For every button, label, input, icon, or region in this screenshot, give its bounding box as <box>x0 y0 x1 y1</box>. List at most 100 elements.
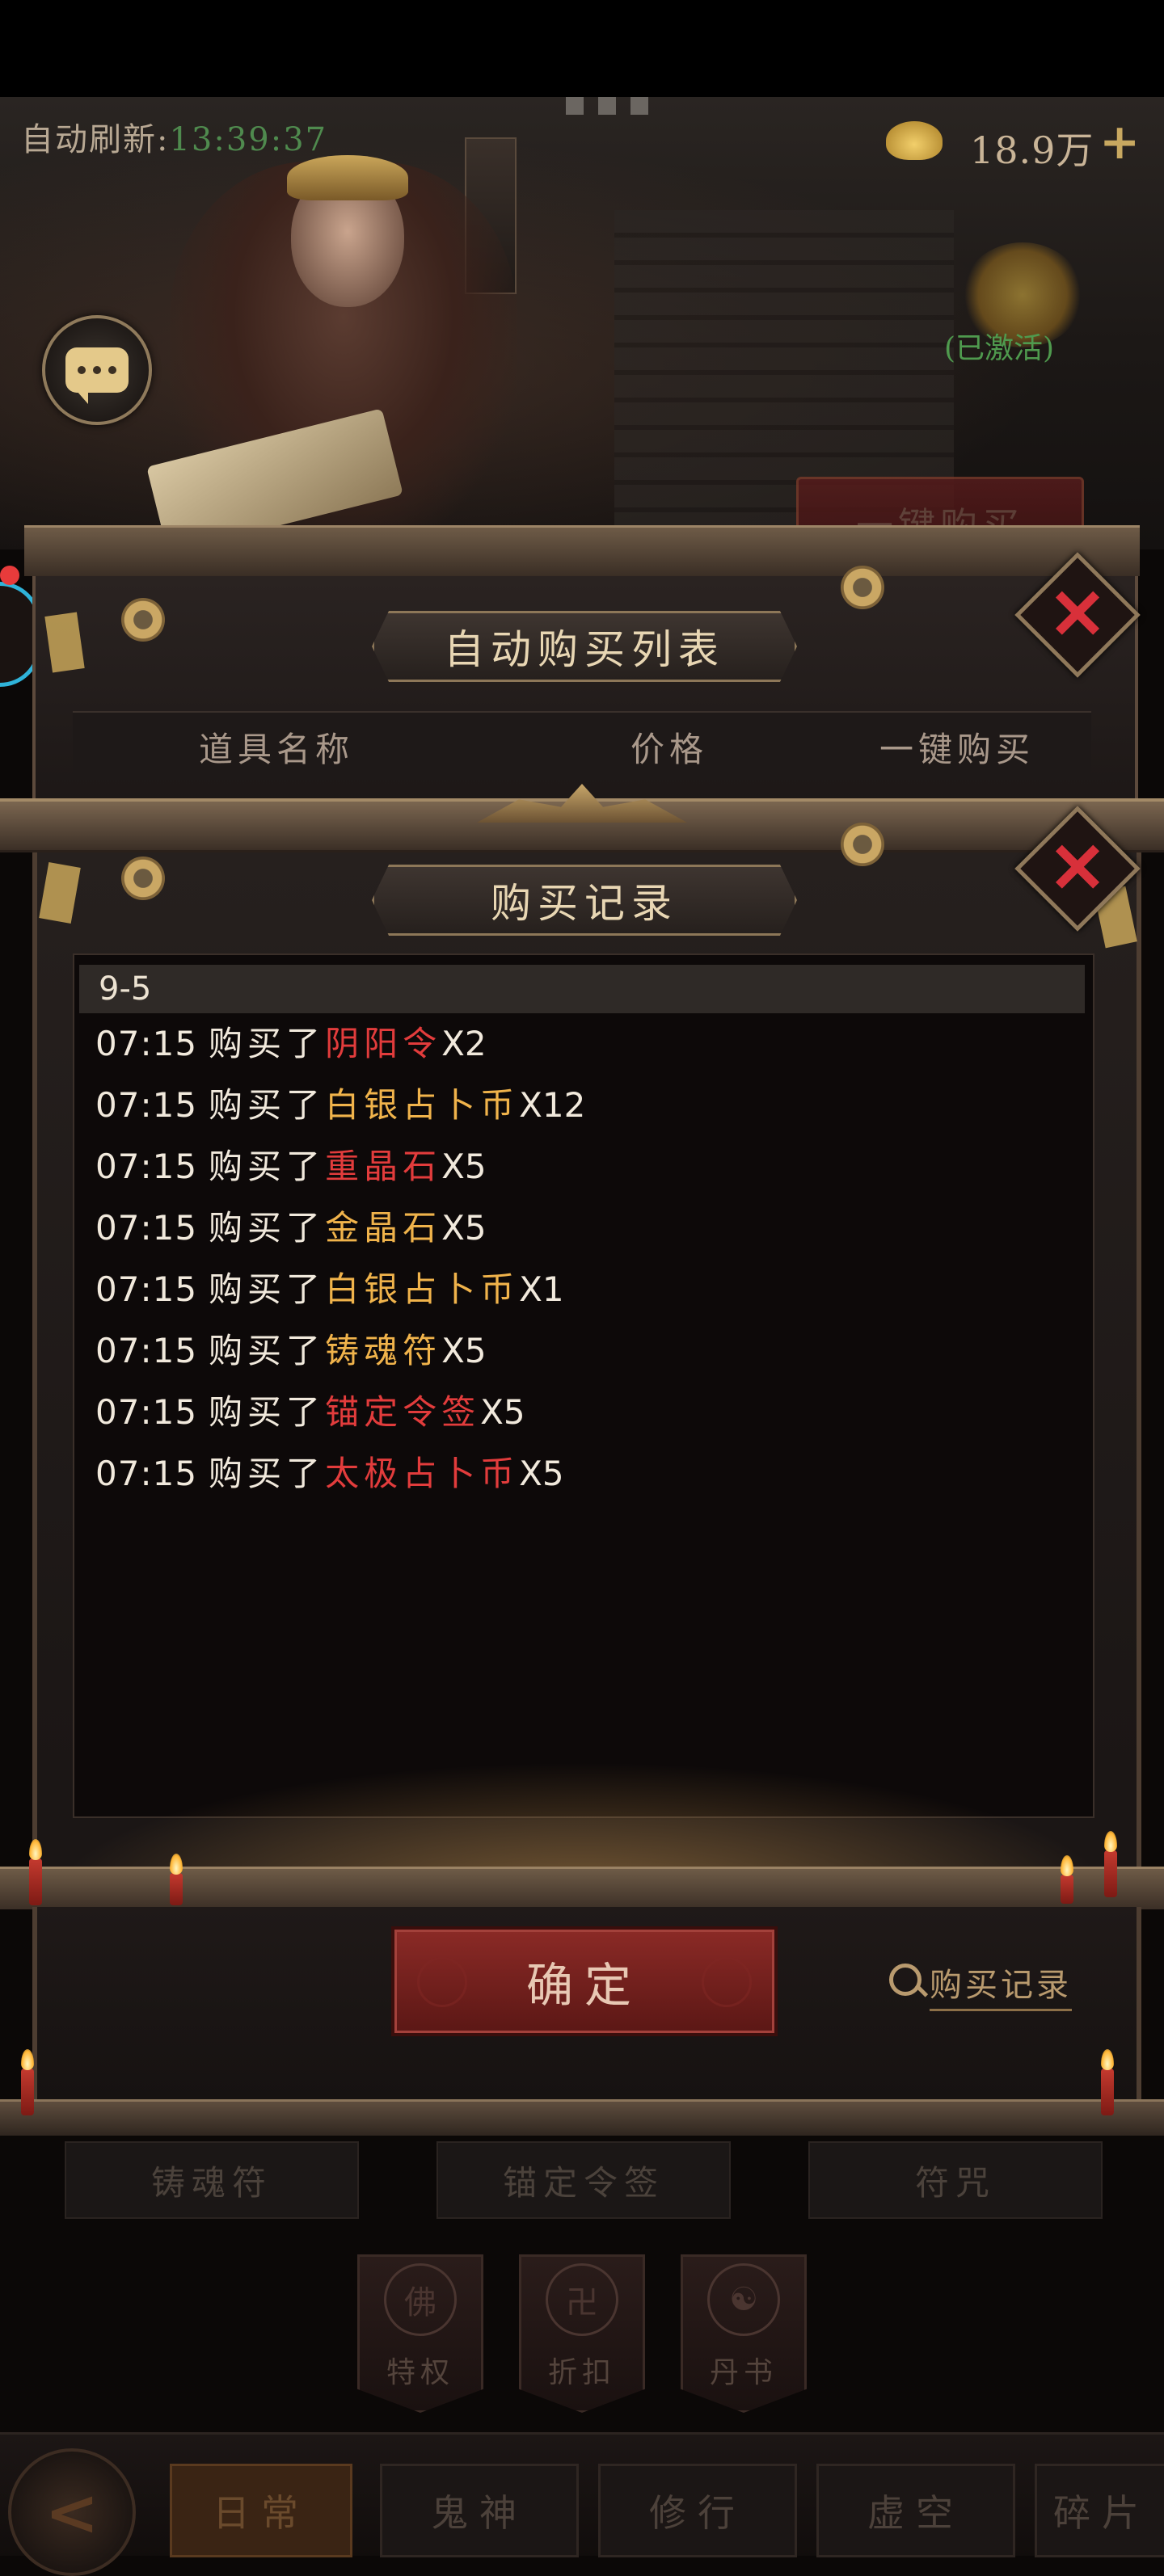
record-verb: 购买了 <box>209 1147 326 1186</box>
tab-item[interactable]: 符咒 <box>808 2141 1103 2219</box>
auto-buy-list-header: 道具名称 价格 一键购买 <box>73 711 1091 774</box>
coin-ornament <box>841 823 884 866</box>
record-item-name: 阴阳令 <box>325 1024 442 1063</box>
back-arrow-icon[interactable]: < <box>8 2448 136 2576</box>
privilege-banner-label: 特权 <box>386 2356 454 2389</box>
record-verb: 购买了 <box>209 1454 326 1493</box>
purchase-record-list[interactable]: 9-5 07:15 购买了阴阳令X2 07:15 购买了白银占卜币X12 07:15 购买… <box>73 953 1094 1818</box>
gold-ingot-icon <box>886 121 943 160</box>
auto-refresh-time: 13:39:37 <box>169 121 328 158</box>
purchase-record-title: 购买记录 <box>372 865 797 936</box>
record-row: 07:15 购买了铸魂符X5 <box>95 1327 487 1375</box>
chat-icon <box>65 347 129 404</box>
record-item-name: 铸魂符 <box>325 1331 442 1370</box>
column-item-name: 道具名称 <box>199 730 355 769</box>
confirm-button[interactable]: 确定 <box>391 1926 778 2036</box>
record-row: 07:15 购买了金晶石X5 <box>95 1204 487 1252</box>
candle <box>170 1873 183 1905</box>
yin-yang-icon <box>417 1957 467 2007</box>
record-item-name: 金晶石 <box>325 1208 442 1248</box>
column-buy-all: 一键购买 <box>879 730 1035 769</box>
record-verb: 购买了 <box>209 1208 326 1248</box>
discount-banner[interactable]: 卍 折扣 <box>519 2254 645 2413</box>
record-row: 07:15 购买了白银占卜币X12 <box>95 1081 585 1130</box>
tab-item[interactable]: 锚定令签 <box>436 2141 731 2219</box>
privilege-banner[interactable]: 佛 特权 <box>357 2254 483 2413</box>
confirm-button-label: 确定 <box>525 1958 643 2013</box>
record-date-header: 9-5 <box>79 965 1085 1013</box>
confirm-area-bottom-bar <box>0 2099 1164 2136</box>
record-quantity: X5 <box>441 1331 487 1370</box>
buddha-icon: 佛 <box>384 2263 457 2336</box>
purchase-record-link[interactable]: 购买记录 <box>930 1959 1072 2011</box>
record-time: 07:15 <box>95 1024 198 1063</box>
discount-banner-label: 折扣 <box>547 2356 616 2389</box>
record-verb: 购买了 <box>209 1392 326 1432</box>
record-item-name: 白银占卜币 <box>325 1085 520 1125</box>
record-quantity: X5 <box>441 1147 487 1186</box>
coin-ornament <box>841 566 884 609</box>
record-time: 07:15 <box>95 1331 198 1370</box>
record-item-name: 锚定令签 <box>325 1392 481 1432</box>
auto-buy-panel-top-bar <box>24 525 1140 576</box>
record-time: 07:15 <box>95 1208 198 1248</box>
yin-yang-icon <box>702 1957 752 2007</box>
nav-tab-void[interactable]: 虚空 <box>816 2464 1015 2557</box>
notification-dot <box>0 566 19 585</box>
record-row: 07:15 购买了重晶石X5 <box>95 1143 487 1191</box>
elixir-book-banner[interactable]: ☯ 丹书 <box>681 2254 807 2413</box>
column-price: 价格 <box>630 730 709 769</box>
record-verb: 购买了 <box>209 1331 326 1370</box>
taiji-icon: ☯ <box>707 2263 780 2336</box>
elixir-book-banner-label: 丹书 <box>709 2356 778 2389</box>
bottom-nav: 日常 鬼神 修行 虚空 碎片 <box>0 2432 1164 2557</box>
record-time: 07:15 <box>95 1085 198 1125</box>
nav-tab-daily[interactable]: 日常 <box>170 2464 352 2557</box>
record-verb: 购买了 <box>209 1024 326 1063</box>
auto-refresh-timer: 自动刷新:13:39:37 <box>21 113 327 160</box>
record-quantity: X5 <box>519 1454 564 1493</box>
candle <box>1061 1875 1073 1904</box>
record-quantity: X2 <box>441 1024 487 1063</box>
background-item-tabs: 铸魂符 锚定令签 符咒 <box>65 2141 1107 2219</box>
record-item-name: 太极占卜币 <box>325 1454 520 1493</box>
record-row: 07:15 购买了锚定令签X5 <box>95 1388 525 1437</box>
record-time: 07:15 <box>95 1269 198 1309</box>
record-time: 07:15 <box>95 1147 198 1186</box>
record-quantity: X5 <box>441 1208 487 1248</box>
plus-icon[interactable]: + <box>1099 118 1140 166</box>
status-bar <box>0 0 1164 97</box>
record-quantity: X5 <box>480 1392 525 1432</box>
nav-tab-spirits[interactable]: 鬼神 <box>380 2464 579 2557</box>
coin-ornament <box>121 598 165 642</box>
nav-tab-fragments[interactable]: 碎片 <box>1035 2464 1164 2557</box>
record-verb: 购买了 <box>209 1085 326 1125</box>
tab-item[interactable]: 铸魂符 <box>65 2141 359 2219</box>
purchase-record-top-bar <box>0 784 1164 852</box>
wheel-icon: 卍 <box>546 2263 618 2336</box>
candle <box>29 1858 42 1905</box>
auto-buy-list-title: 自动购买列表 <box>372 611 797 682</box>
ceiling-lamps <box>566 97 663 115</box>
record-quantity: X12 <box>519 1085 586 1125</box>
record-time: 07:15 <box>95 1454 198 1493</box>
record-item-name: 重晶石 <box>325 1147 442 1186</box>
record-row: 07:15 购买了太极占卜币X5 <box>95 1450 564 1498</box>
shopkeeper-hat <box>287 155 408 200</box>
candle <box>1104 1850 1117 1897</box>
record-row: 07:15 购买了白银占卜币X1 <box>95 1265 564 1314</box>
record-time: 07:15 <box>95 1392 198 1432</box>
nav-tab-cultivation[interactable]: 修行 <box>598 2464 797 2557</box>
record-quantity: X1 <box>519 1269 564 1309</box>
search-icon <box>889 1964 922 1996</box>
record-item-name: 白银占卜币 <box>325 1269 520 1309</box>
record-row: 07:15 购买了阴阳令X2 <box>95 1020 487 1068</box>
activated-status: (已激活) <box>944 332 1055 365</box>
record-verb: 购买了 <box>209 1269 326 1309</box>
coin-ornament <box>121 857 165 900</box>
chat-button[interactable] <box>42 315 152 425</box>
candle <box>1101 2069 1114 2115</box>
auto-refresh-label: 自动刷新: <box>21 121 170 158</box>
currency-amount: 18.9万 <box>970 128 1094 172</box>
candle <box>21 2069 34 2115</box>
